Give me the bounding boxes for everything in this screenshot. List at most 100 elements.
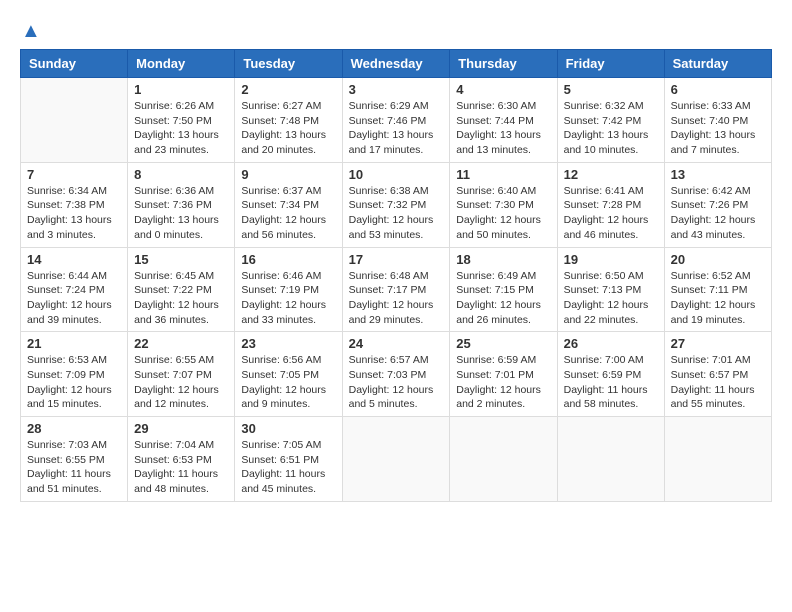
calendar-cell: 25Sunrise: 6:59 AM Sunset: 7:01 PM Dayli…: [450, 332, 557, 417]
day-number: 28: [27, 421, 121, 436]
day-info: Sunrise: 6:33 AM Sunset: 7:40 PM Dayligh…: [671, 99, 765, 158]
header-thursday: Thursday: [450, 50, 557, 78]
calendar-cell: 8 Sunrise: 6:36 AM Sunset: 7:36 PM Daylig…: [128, 162, 235, 247]
calendar-cell: [664, 417, 771, 502]
calendar-cell: 1 Sunrise: 6:26 AM Sunset: 7:50 PM Daylig…: [128, 78, 235, 163]
calendar-cell: 10 Sunrise: 6:38 AM Sunset: 7:32 PM Dayli…: [342, 162, 450, 247]
day-number: 24: [349, 336, 444, 351]
day-info: Sunrise: 6:36 AM Sunset: 7:36 PM Dayligh…: [134, 184, 228, 243]
calendar-cell: 11 Sunrise: 6:40 AM Sunset: 7:30 PM Dayli…: [450, 162, 557, 247]
logo: ▲: [20, 20, 41, 39]
calendar-cell: 27 Sunrise: 7:01 AM Sunset: 6:57 PM Dayli…: [664, 332, 771, 417]
header-friday: Friday: [557, 50, 664, 78]
calendar-week-1: 1 Sunrise: 6:26 AM Sunset: 7:50 PM Daylig…: [21, 78, 772, 163]
calendar-cell: 16Sunrise: 6:46 AM Sunset: 7:19 PM Dayli…: [235, 247, 342, 332]
day-info: Sunrise: 7:00 AM Sunset: 6:59 PM Dayligh…: [564, 353, 658, 412]
calendar-cell: 7 Sunrise: 6:34 AM Sunset: 7:38 PM Daylig…: [21, 162, 128, 247]
day-info: Sunrise: 6:30 AM Sunset: 7:44 PM Dayligh…: [456, 99, 550, 158]
day-number: 26: [564, 336, 658, 351]
calendar-cell: 29 Sunrise: 7:04 AM Sunset: 6:53 PM Dayli…: [128, 417, 235, 502]
day-info: Sunrise: 6:52 AM Sunset: 7:11 PM Dayligh…: [671, 269, 765, 328]
calendar-cell: 24Sunrise: 6:57 AM Sunset: 7:03 PM Dayli…: [342, 332, 450, 417]
calendar-week-5: 28 Sunrise: 7:03 AM Sunset: 6:55 PM Dayli…: [21, 417, 772, 502]
day-number: 23: [241, 336, 335, 351]
day-info: Sunrise: 6:50 AM Sunset: 7:13 PM Dayligh…: [564, 269, 658, 328]
day-info: Sunrise: 6:38 AM Sunset: 7:32 PM Dayligh…: [349, 184, 444, 243]
day-info: Sunrise: 6:34 AM Sunset: 7:38 PM Dayligh…: [27, 184, 121, 243]
page-header: ▲: [20, 20, 772, 39]
day-info: Sunrise: 6:37 AM Sunset: 7:34 PM Dayligh…: [241, 184, 335, 243]
calendar-cell: 18 Sunrise: 6:49 AM Sunset: 7:15 PM Dayli…: [450, 247, 557, 332]
calendar-cell: 19Sunrise: 6:50 AM Sunset: 7:13 PM Dayli…: [557, 247, 664, 332]
calendar-cell: 12 Sunrise: 6:41 AM Sunset: 7:28 PM Dayli…: [557, 162, 664, 247]
calendar-header-row: SundayMondayTuesdayWednesdayThursdayFrid…: [21, 50, 772, 78]
day-info: Sunrise: 6:26 AM Sunset: 7:50 PM Dayligh…: [134, 99, 228, 158]
day-number: 10: [349, 167, 444, 182]
day-info: Sunrise: 6:55 AM Sunset: 7:07 PM Dayligh…: [134, 353, 228, 412]
day-number: 14: [27, 252, 121, 267]
day-info: Sunrise: 6:44 AM Sunset: 7:24 PM Dayligh…: [27, 269, 121, 328]
header-tuesday: Tuesday: [235, 50, 342, 78]
day-info: Sunrise: 6:41 AM Sunset: 7:28 PM Dayligh…: [564, 184, 658, 243]
day-info: Sunrise: 6:45 AM Sunset: 7:22 PM Dayligh…: [134, 269, 228, 328]
calendar-cell: 30 Sunrise: 7:05 AM Sunset: 6:51 PM Dayli…: [235, 417, 342, 502]
day-info: Sunrise: 7:01 AM Sunset: 6:57 PM Dayligh…: [671, 353, 765, 412]
logo-bird-icon: ▲: [21, 20, 41, 43]
day-number: 15: [134, 252, 228, 267]
day-info: Sunrise: 7:04 AM Sunset: 6:53 PM Dayligh…: [134, 438, 228, 497]
day-info: Sunrise: 7:03 AM Sunset: 6:55 PM Dayligh…: [27, 438, 121, 497]
calendar-cell: 23Sunrise: 6:56 AM Sunset: 7:05 PM Dayli…: [235, 332, 342, 417]
calendar-cell: 20 Sunrise: 6:52 AM Sunset: 7:11 PM Dayli…: [664, 247, 771, 332]
calendar-cell: [342, 417, 450, 502]
day-number: 2: [241, 82, 335, 97]
calendar-cell: [557, 417, 664, 502]
calendar-cell: 17Sunrise: 6:48 AM Sunset: 7:17 PM Dayli…: [342, 247, 450, 332]
day-info: Sunrise: 6:32 AM Sunset: 7:42 PM Dayligh…: [564, 99, 658, 158]
day-number: 27: [671, 336, 765, 351]
calendar-cell: 14 Sunrise: 6:44 AM Sunset: 7:24 PM Dayli…: [21, 247, 128, 332]
day-number: 12: [564, 167, 658, 182]
day-number: 17: [349, 252, 444, 267]
day-number: 1: [134, 82, 228, 97]
calendar-cell: 9 Sunrise: 6:37 AM Sunset: 7:34 PM Daylig…: [235, 162, 342, 247]
calendar-cell: 15 Sunrise: 6:45 AM Sunset: 7:22 PM Dayli…: [128, 247, 235, 332]
day-number: 20: [671, 252, 765, 267]
calendar-cell: 22Sunrise: 6:55 AM Sunset: 7:07 PM Dayli…: [128, 332, 235, 417]
day-number: 5: [564, 82, 658, 97]
day-info: Sunrise: 6:29 AM Sunset: 7:46 PM Dayligh…: [349, 99, 444, 158]
day-number: 18: [456, 252, 550, 267]
calendar-table: SundayMondayTuesdayWednesdayThursdayFrid…: [20, 49, 772, 502]
calendar-cell: 2 Sunrise: 6:27 AM Sunset: 7:48 PM Daylig…: [235, 78, 342, 163]
day-number: 6: [671, 82, 765, 97]
calendar-cell: 5 Sunrise: 6:32 AM Sunset: 7:42 PM Daylig…: [557, 78, 664, 163]
day-info: Sunrise: 6:53 AM Sunset: 7:09 PM Dayligh…: [27, 353, 121, 412]
day-number: 16: [241, 252, 335, 267]
day-info: Sunrise: 6:49 AM Sunset: 7:15 PM Dayligh…: [456, 269, 550, 328]
day-number: 30: [241, 421, 335, 436]
day-info: Sunrise: 6:27 AM Sunset: 7:48 PM Dayligh…: [241, 99, 335, 158]
day-number: 29: [134, 421, 228, 436]
header-wednesday: Wednesday: [342, 50, 450, 78]
header-sunday: Sunday: [21, 50, 128, 78]
calendar-cell: 4 Sunrise: 6:30 AM Sunset: 7:44 PM Daylig…: [450, 78, 557, 163]
day-info: Sunrise: 6:40 AM Sunset: 7:30 PM Dayligh…: [456, 184, 550, 243]
day-number: 4: [456, 82, 550, 97]
calendar-cell: 26 Sunrise: 7:00 AM Sunset: 6:59 PM Dayli…: [557, 332, 664, 417]
calendar-cell: 21 Sunrise: 6:53 AM Sunset: 7:09 PM Dayli…: [21, 332, 128, 417]
day-number: 13: [671, 167, 765, 182]
day-number: 21: [27, 336, 121, 351]
calendar-cell: 6 Sunrise: 6:33 AM Sunset: 7:40 PM Daylig…: [664, 78, 771, 163]
day-info: Sunrise: 7:05 AM Sunset: 6:51 PM Dayligh…: [241, 438, 335, 497]
day-number: 8: [134, 167, 228, 182]
day-number: 9: [241, 167, 335, 182]
day-number: 7: [27, 167, 121, 182]
calendar-cell: 3 Sunrise: 6:29 AM Sunset: 7:46 PM Daylig…: [342, 78, 450, 163]
day-number: 3: [349, 82, 444, 97]
header-monday: Monday: [128, 50, 235, 78]
day-info: Sunrise: 6:59 AM Sunset: 7:01 PM Dayligh…: [456, 353, 550, 412]
calendar-week-3: 14 Sunrise: 6:44 AM Sunset: 7:24 PM Dayli…: [21, 247, 772, 332]
calendar-cell: [450, 417, 557, 502]
day-info: Sunrise: 6:42 AM Sunset: 7:26 PM Dayligh…: [671, 184, 765, 243]
calendar-cell: 13 Sunrise: 6:42 AM Sunset: 7:26 PM Dayli…: [664, 162, 771, 247]
day-number: 11: [456, 167, 550, 182]
